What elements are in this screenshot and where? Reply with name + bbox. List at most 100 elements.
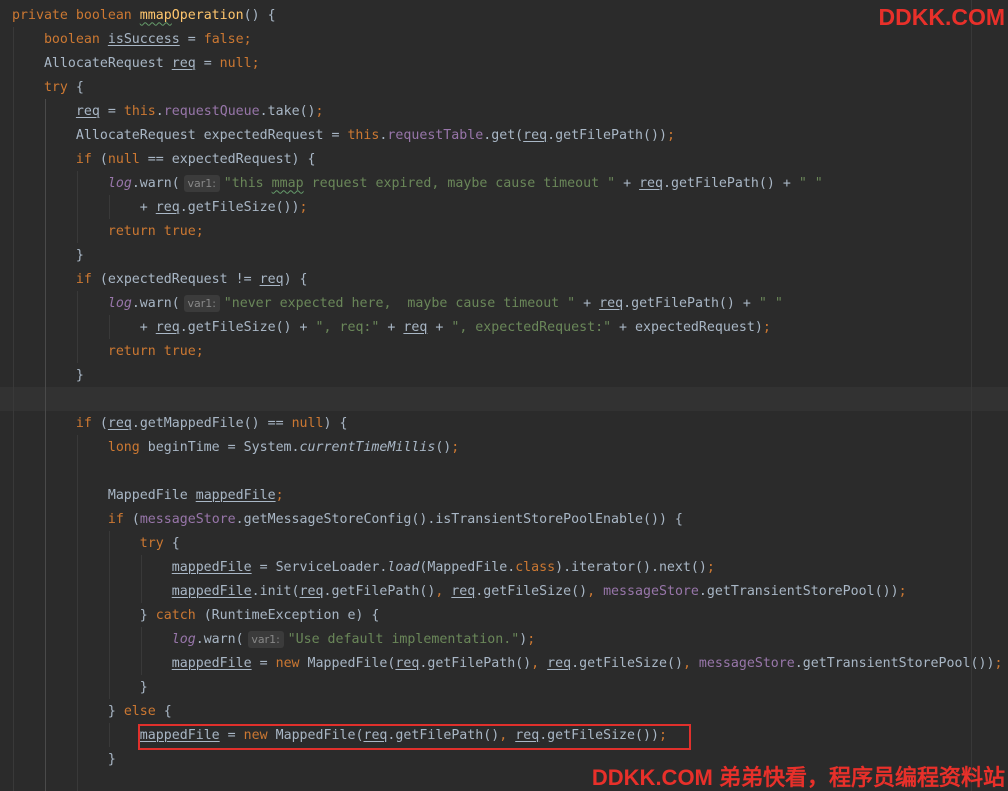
string-literal: request expired, maybe cause timeout " [303,175,616,191]
code-line[interactable]: AllocateRequest expectedRequest = this. r… [0,123,1008,147]
keyword-token: ; [762,319,771,335]
local-variable: req [155,319,180,335]
highlight-box [138,724,691,750]
local-variable: req [639,175,664,191]
string-literal: mmap [271,175,304,191]
code-line[interactable] [0,387,1008,411]
code-line[interactable]: mappedFile .init(req .getFilePath(), req .g… [0,579,1008,603]
code-text: ) { [283,271,308,287]
keyword-token: false; [203,31,252,47]
code-editor[interactable]: private boolean mmap Operation() { boolea… [0,0,1008,791]
keyword-token: if [12,415,100,431]
keyword-token: long [12,439,148,455]
code-line[interactable]: if (expectedRequest != req) { [0,267,1008,291]
code-line[interactable]: AllocateRequest req = null; [0,51,1008,75]
code-line[interactable]: boolean isSuccess = false; [0,27,1008,51]
code-line[interactable]: } [0,675,1008,699]
code-text: = [251,655,276,671]
code-text: ).iterator().next() [555,559,707,575]
keyword-token: new [275,655,308,671]
code-line[interactable]: try { [0,75,1008,99]
code-line[interactable]: if (req .getMappedFile() == null) { [0,411,1008,435]
static-method-call: load [387,559,420,575]
string-literal: "never expected here, maybe cause timeou… [223,295,576,311]
code-line[interactable]: mappedFile = new MappedFile(req .getFileP… [0,651,1008,675]
code-line[interactable]: + req .getFileSize()); [0,195,1008,219]
code-text: ( [131,511,140,527]
code-line[interactable]: return true; [0,219,1008,243]
code-text: .warn( [195,631,244,647]
field-reference: requestQueue [163,103,260,119]
local-variable: req [395,655,420,671]
code-line[interactable]: log .warn(var1: "Use default implementatio… [0,627,1008,651]
code-line[interactable]: long beginTime = System. currentTimeMilli… [0,435,1008,459]
keyword-token: boolean [12,31,108,47]
code-line[interactable]: + req .getFileSize() + ", req:" + req + "… [0,315,1008,339]
code-line[interactable]: } [0,243,1008,267]
keyword-token: try [12,535,172,551]
code-text: () [435,439,452,455]
code-text: ) [519,631,528,647]
code-text: + [379,319,404,335]
code-text: ( [99,151,108,167]
code-text: = [99,103,124,119]
local-variable: mappedFile [171,559,252,575]
keyword-token: else [123,703,164,719]
code-text: (MappedFile. [419,559,516,575]
code-line[interactable]: try { [0,531,1008,555]
local-variable: req [451,583,476,599]
code-line[interactable]: req = this. requestQueue .take(); [0,99,1008,123]
watermark-top: DDKK.COM [878,4,1006,30]
code-line[interactable]: mappedFile = ServiceLoader. load (MappedFi… [0,555,1008,579]
code-line[interactable]: private boolean mmap Operation() { [0,3,1008,27]
code-line[interactable]: if (messageStore .getMessageStoreConfig()… [0,507,1008,531]
logger-field: log [171,631,196,647]
code-line[interactable]: return true; [0,339,1008,363]
local-variable: mappedFile [171,583,252,599]
code-line[interactable]: log .warn(var1: "never expected here, mayb… [0,291,1008,315]
code-text: MappedFile( [307,655,396,671]
code-line[interactable]: MappedFile mappedFile; [0,483,1008,507]
keyword-token: if [12,151,100,167]
code-text: . [155,103,164,119]
parameter-hint: var1: [183,174,220,192]
keyword-token: ; [315,103,324,119]
method-name: mmap [139,7,172,23]
keyword-token: ; [275,487,284,503]
code-line[interactable]: if (null == expectedRequest) { [0,147,1008,171]
code-area[interactable]: private boolean mmap Operation() { boolea… [0,3,1008,771]
code-text: = [179,31,204,47]
code-text: beginTime = System. [147,439,300,455]
keyword-token: , [587,583,604,599]
code-text: .getFilePath() [323,583,436,599]
keyword-token: , [531,655,548,671]
code-text: .warn( [131,175,180,191]
local-variable: req [75,103,100,119]
code-line[interactable]: } else { [0,699,1008,723]
code-line[interactable]: log .warn(var1: "this mmap request expired… [0,171,1008,195]
code-text: + [427,319,452,335]
code-text: . [379,127,388,143]
keyword-token: class [515,559,556,575]
code-text: } [12,751,116,767]
code-line[interactable]: } catch (RuntimeException e) { [0,603,1008,627]
code-text: { [163,703,172,719]
keyword-token: , [435,583,452,599]
keyword-token: ; [527,631,536,647]
code-text: { [171,535,180,551]
string-literal: " " [798,175,823,191]
parameter-hint: var1: [247,630,284,648]
field-reference: requestTable [387,127,484,143]
code-line[interactable] [0,459,1008,483]
watermark-bottom: DDKK.COM 弟弟快看，程序员编程资料站 [591,765,1005,790]
code-line[interactable]: } [0,363,1008,387]
keyword-token: return true; [12,343,204,359]
field-reference: messageStore [139,511,236,527]
keyword-token: ; [299,199,308,215]
local-variable: isSuccess [107,31,180,47]
code-text: .getFilePath()) [547,127,667,143]
